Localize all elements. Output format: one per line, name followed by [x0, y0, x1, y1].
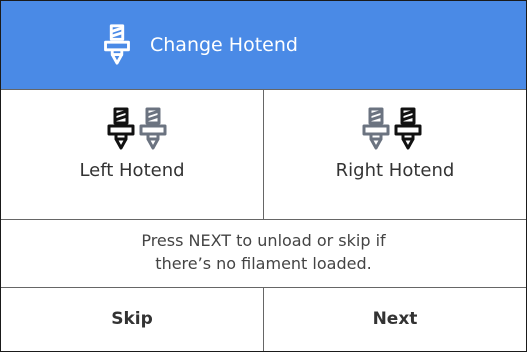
- header-title: Change Hotend: [150, 34, 298, 56]
- left-hotend-button[interactable]: Left Hotend: [1, 90, 263, 219]
- change-hotend-screen: Change Hotend Left Hotend Right Hotend P…: [0, 0, 527, 352]
- hotend-icon: [394, 107, 422, 150]
- skip-label: Skip: [111, 309, 153, 329]
- header-bar: Change Hotend: [1, 1, 526, 89]
- instruction-message: Press NEXT to unload or skip if there’s …: [1, 220, 526, 287]
- message-line: there’s no filament loaded.: [155, 254, 372, 273]
- hotend-icon: [107, 107, 135, 150]
- next-label: Next: [372, 309, 418, 329]
- right-hotend-icons: [362, 106, 422, 152]
- skip-button[interactable]: Skip: [1, 288, 263, 351]
- message-line: Press NEXT to unload or skip if: [141, 231, 386, 250]
- hotend-icon: [104, 24, 130, 65]
- right-hotend-button[interactable]: Right Hotend: [264, 90, 526, 219]
- left-hotend-label: Left Hotend: [79, 160, 185, 181]
- right-hotend-label: Right Hotend: [335, 160, 455, 181]
- left-hotend-icons: [107, 106, 167, 152]
- next-button[interactable]: Next: [264, 288, 526, 351]
- hotend-icon: [362, 107, 390, 150]
- hotend-icon: [139, 107, 167, 150]
